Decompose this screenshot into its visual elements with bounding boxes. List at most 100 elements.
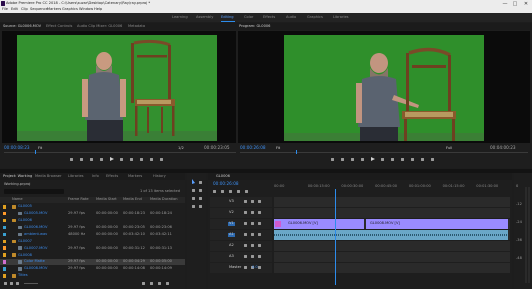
clip-a1[interactable] (274, 230, 508, 240)
menu-sequence[interactable]: Sequence (30, 7, 48, 12)
track-header[interactable]: V3 (210, 197, 272, 207)
project-item-row[interactable]: GL0006.MOV 29.97 fps 00:00:00:00 00:00:23:0… (0, 225, 185, 231)
hand-tool-icon[interactable] (192, 205, 195, 208)
step-forward-icon[interactable] (381, 158, 384, 161)
workspace-assembly[interactable]: Assembly (196, 15, 213, 20)
slip-tool-icon[interactable] (192, 197, 195, 200)
mark-out-icon[interactable] (80, 158, 83, 161)
pen-tool-icon[interactable] (199, 197, 202, 200)
freeform-view-icon[interactable] (16, 282, 19, 285)
go-to-in-icon[interactable] (90, 158, 93, 161)
tab-markers[interactable]: Markers (128, 174, 142, 179)
track-header[interactable]: V2 (210, 208, 272, 218)
tab-libraries[interactable]: Libraries (68, 174, 84, 179)
lock-icon[interactable] (244, 266, 247, 269)
workspace-graphics[interactable]: Graphics (307, 15, 323, 20)
sync-lock-icon[interactable] (251, 211, 254, 214)
program-video-area[interactable] (238, 31, 530, 143)
step-back-icon[interactable] (100, 158, 103, 161)
mark-in-icon[interactable] (331, 158, 334, 161)
program-resolution-select[interactable]: Full (446, 146, 452, 151)
workspace-color[interactable]: Color (244, 15, 253, 20)
track-label[interactable]: V2 (228, 210, 235, 215)
mark-out-icon[interactable] (341, 158, 344, 161)
overwrite-icon[interactable] (150, 158, 153, 161)
sync-lock-icon[interactable] (251, 244, 254, 247)
program-timecode-current[interactable]: 00:00:26:08 (240, 145, 266, 150)
new-bin-icon[interactable] (142, 282, 145, 285)
export-frame-icon[interactable] (421, 158, 424, 161)
go-to-out-icon[interactable] (130, 158, 133, 161)
col-frame-rate[interactable]: Frame Rate (68, 197, 89, 202)
clip-v1[interactable]: GL0006.MOV [V] (274, 219, 364, 229)
ripple-edit-tool-icon[interactable] (192, 189, 195, 192)
tab-project[interactable]: Project: Working (3, 174, 32, 179)
toggle-output-icon[interactable] (258, 255, 261, 258)
toggle-output-icon[interactable] (258, 244, 261, 247)
track-label[interactable]: A3 (228, 254, 235, 259)
time-ruler[interactable]: 00:00 00:00:15:00 00:00:30:00 00:00:45:00 00… (274, 184, 510, 195)
workspace-effects[interactable]: Effects (263, 15, 275, 20)
source-resolution-select[interactable]: 1/2 (178, 146, 184, 151)
label-color-swatch[interactable] (3, 239, 6, 243)
track-header[interactable]: A2 (210, 241, 272, 251)
menu-file[interactable]: File (2, 7, 8, 12)
project-item-row[interactable]: GL0008 (0, 252, 185, 258)
sync-lock-icon[interactable] (251, 200, 254, 203)
project-item-row[interactable]: GL0007 (0, 239, 185, 245)
label-color-swatch[interactable] (3, 246, 6, 250)
go-to-in-icon[interactable] (351, 158, 354, 161)
source-scrubber[interactable] (4, 152, 261, 153)
menu-graphics[interactable]: Graphics (62, 7, 78, 12)
tab-sequence[interactable]: GL0006 (216, 174, 230, 179)
project-item-row[interactable]: Color Matte 29.97 fps 00:00:00:00 00:00:04:… (0, 259, 185, 266)
track-lane[interactable] (274, 263, 510, 273)
col-media-end[interactable]: Media End (123, 197, 142, 202)
label-color-swatch[interactable] (3, 260, 6, 264)
track-header[interactable]: A3 (210, 252, 272, 262)
step-back-icon[interactable] (361, 158, 364, 161)
timeline-timecode[interactable]: 00:00:26:08 (213, 181, 239, 186)
lock-icon[interactable] (244, 200, 247, 203)
program-playhead[interactable] (296, 150, 297, 154)
source-video-area[interactable] (2, 31, 263, 143)
master-volume-value[interactable]: 0.0 (252, 265, 258, 270)
track-lane[interactable] (274, 208, 510, 218)
sync-lock-icon[interactable] (251, 255, 254, 258)
track-header[interactable]: Master (210, 263, 272, 273)
label-color-swatch[interactable] (3, 205, 6, 209)
project-item-row[interactable]: ambient.wav 48000 Hz 00:00:00:00 00:03:42:1… (0, 232, 185, 238)
go-to-out-icon[interactable] (391, 158, 394, 161)
project-item-row[interactable]: GL0005.MOV 29.97 fps 00:00:00:00 00:00:18:2… (0, 211, 185, 217)
col-media-start[interactable]: Media Start (96, 197, 117, 202)
zoom-slider[interactable] (24, 283, 38, 284)
track-select-tool-icon[interactable] (199, 181, 202, 184)
lock-icon[interactable] (244, 244, 247, 247)
label-color-swatch[interactable] (3, 274, 6, 278)
track-label[interactable]: V3 (228, 199, 235, 204)
tab-source[interactable]: Source: GL0006.MOV (3, 24, 41, 29)
play-icon[interactable] (371, 157, 375, 161)
list-view-icon[interactable] (4, 282, 7, 285)
type-tool-icon[interactable] (199, 205, 202, 208)
toggle-output-icon[interactable] (258, 200, 261, 203)
razor-tool-icon[interactable] (199, 189, 202, 192)
source-timecode-current[interactable]: 00:00:08:23 (4, 145, 30, 150)
track-lane[interactable] (274, 197, 510, 207)
track-label[interactable]: A2 (228, 243, 235, 248)
linked-selection-icon[interactable] (229, 190, 232, 193)
sync-lock-icon[interactable] (251, 233, 254, 236)
minimize-button[interactable]: — (500, 1, 510, 7)
track-label[interactable]: A1 (228, 232, 235, 237)
close-button[interactable]: ✕ (521, 1, 531, 7)
project-item-row[interactable]: GL0007.MOV 29.97 fps 00:00:00:00 00:00:31:1… (0, 245, 185, 251)
label-color-swatch[interactable] (3, 232, 6, 237)
program-zoom-select[interactable]: Fit (276, 146, 280, 151)
label-color-swatch[interactable] (3, 253, 6, 257)
col-media-duration[interactable]: Media Duration (150, 197, 178, 202)
program-scrubber[interactable] (240, 152, 528, 153)
selection-tool-icon[interactable] (192, 179, 195, 184)
insert-icon[interactable] (140, 158, 143, 161)
workspace-libraries[interactable]: Libraries (333, 15, 349, 20)
add-marker-icon[interactable] (237, 190, 240, 193)
